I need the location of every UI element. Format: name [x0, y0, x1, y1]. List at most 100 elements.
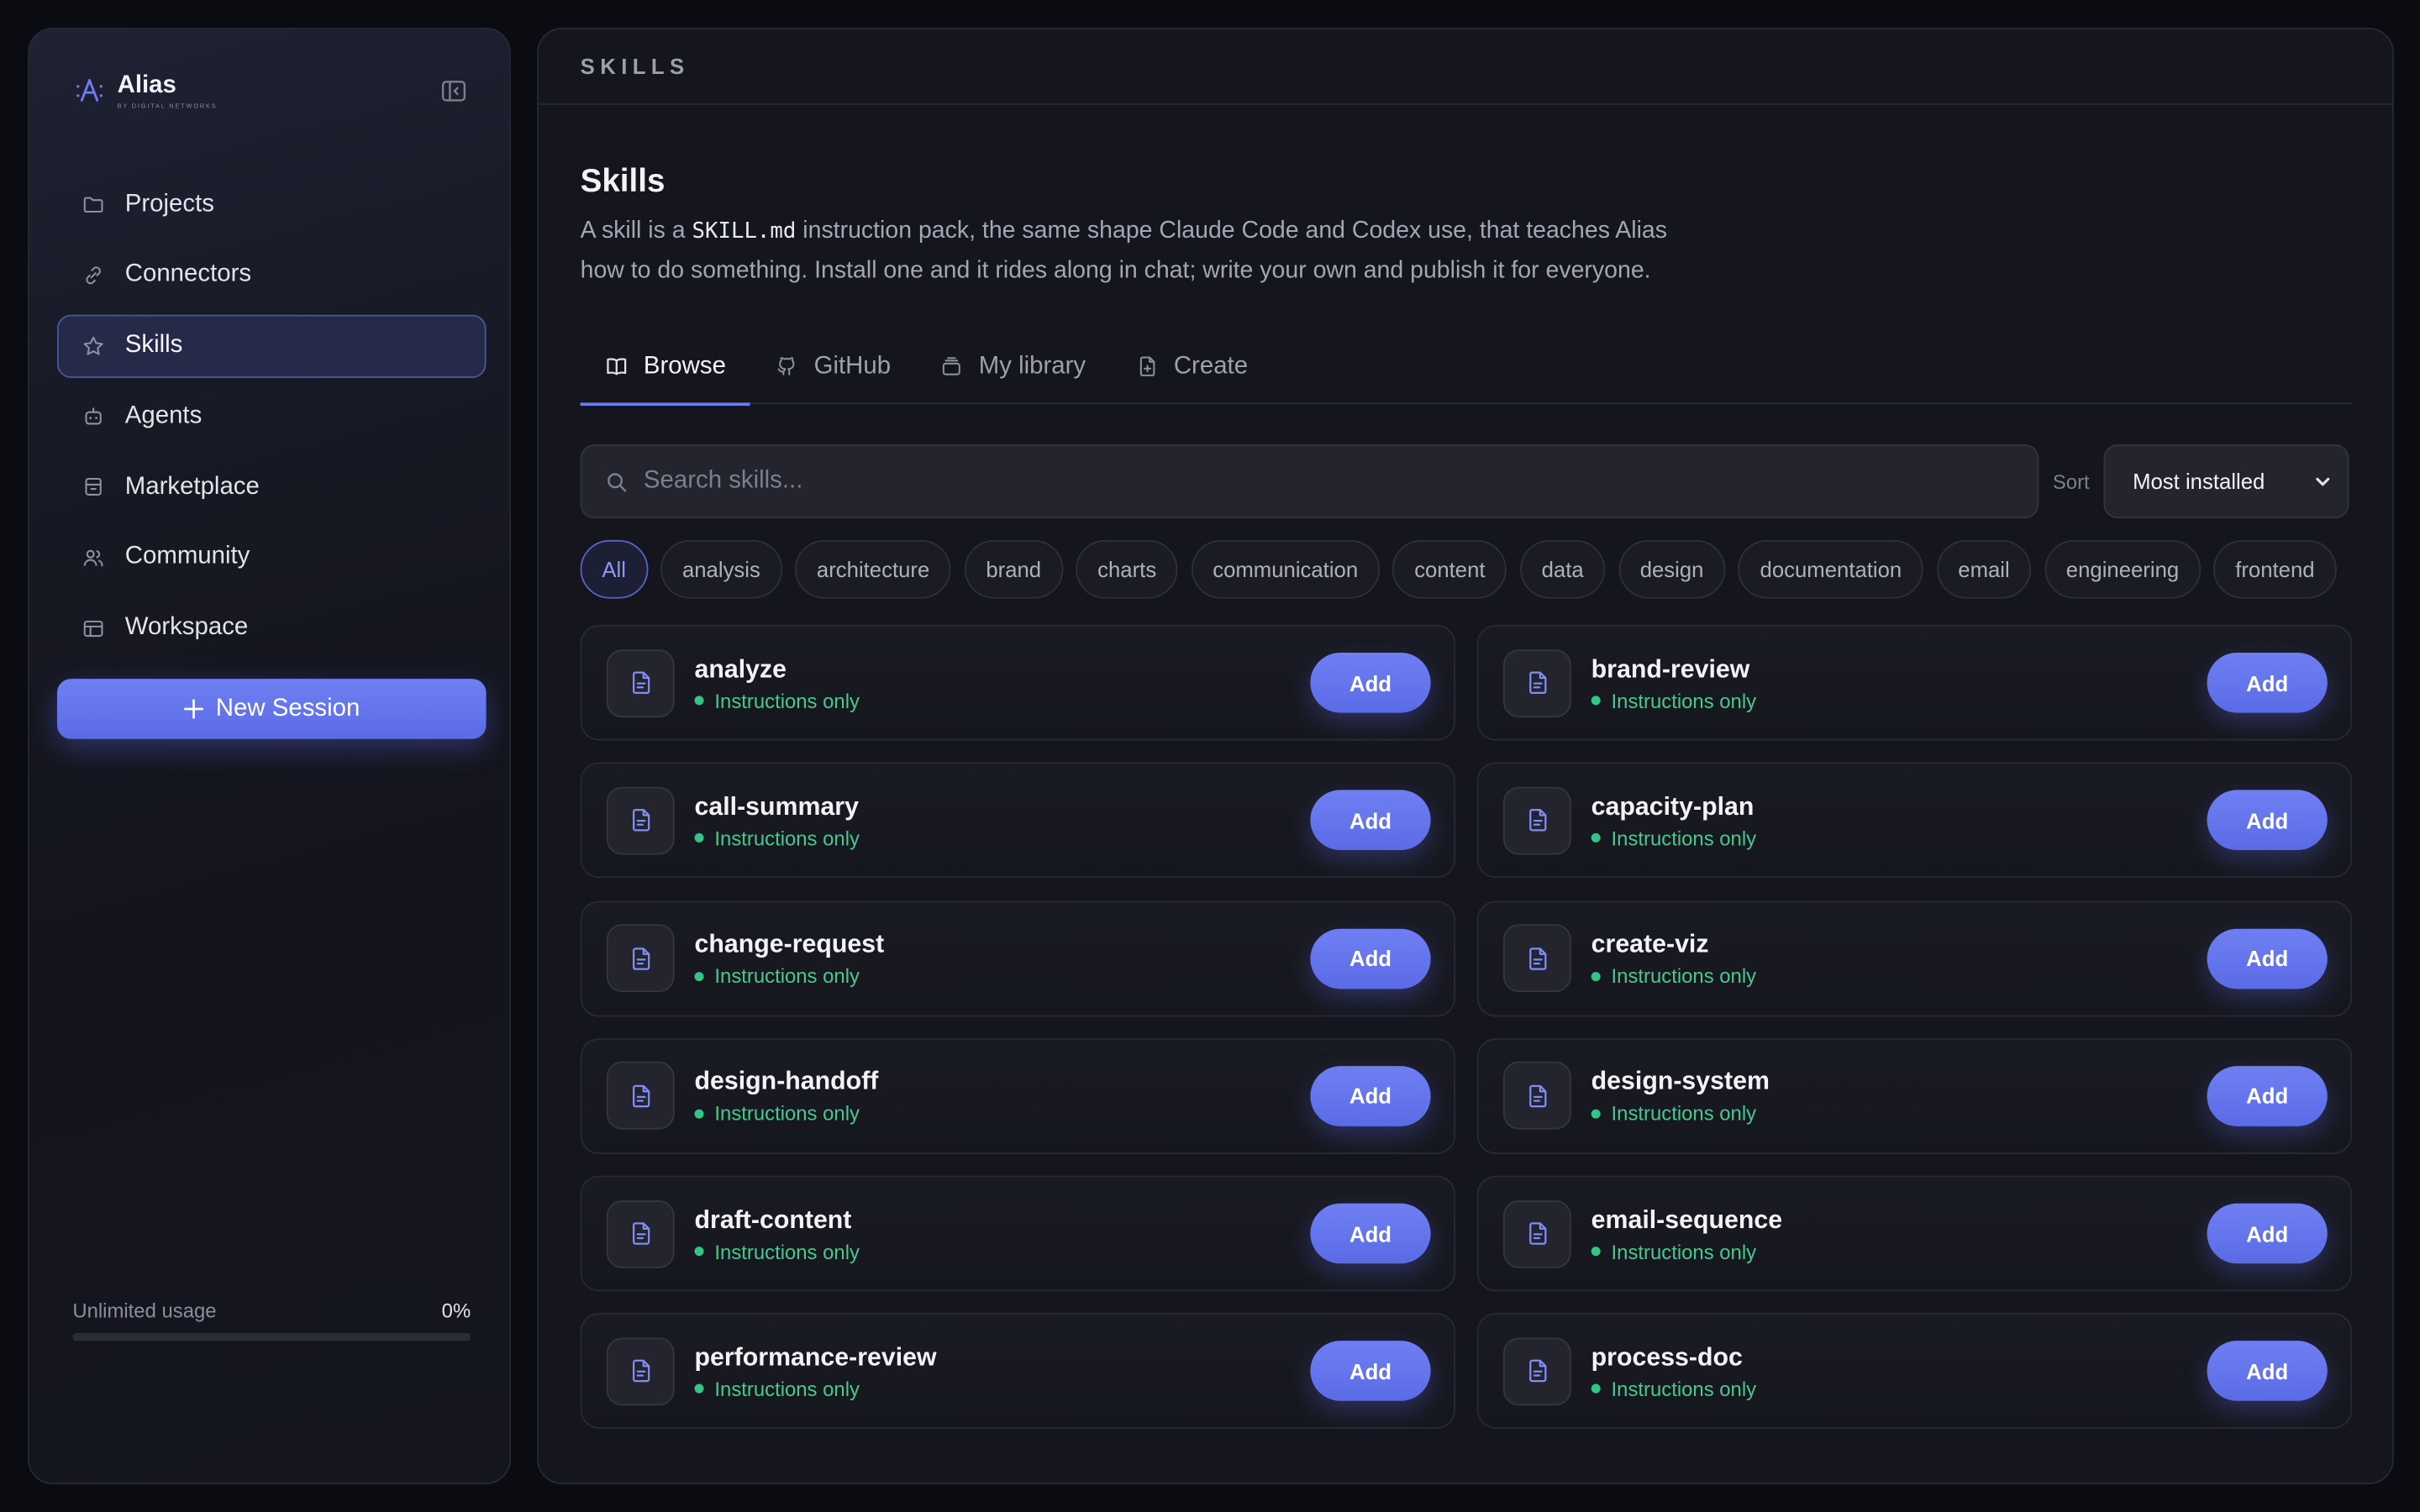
- skill-card[interactable]: email-sequence Instructions only Add: [1476, 1175, 2353, 1292]
- filter-chip-data[interactable]: data: [1519, 539, 1606, 599]
- skill-card[interactable]: design-system Instructions only Add: [1476, 1037, 2353, 1154]
- sidebar: Alias BY DIGITAL NETWORKS Projects Conne…: [28, 28, 511, 1484]
- filter-chip-architecture[interactable]: architecture: [795, 539, 952, 599]
- skill-card[interactable]: brand-review Instructions only Add: [1476, 624, 2353, 741]
- filter-chip-analysis[interactable]: analysis: [660, 539, 782, 599]
- sidebar-item-workspace[interactable]: Workspace: [57, 596, 487, 659]
- skill-status-text: Instructions only: [1611, 689, 1757, 712]
- skill-card[interactable]: performance-review Instructions only Add: [580, 1313, 1456, 1430]
- brand[interactable]: Alias BY DIGITAL NETWORKS: [76, 72, 217, 109]
- tab-my-library[interactable]: My library: [915, 328, 1110, 404]
- skill-card[interactable]: change-request Instructions only Add: [580, 900, 1456, 1016]
- add-skill-button[interactable]: Add: [2207, 652, 2328, 713]
- filter-chip-communication[interactable]: communication: [1191, 539, 1380, 599]
- filter-chip-content[interactable]: content: [1392, 539, 1507, 599]
- add-skill-button[interactable]: Add: [2207, 1065, 2328, 1126]
- add-skill-button[interactable]: Add: [1310, 1065, 1431, 1126]
- sidebar-item-marketplace[interactable]: Marketplace: [57, 455, 487, 518]
- add-skill-button[interactable]: Add: [1310, 652, 1431, 713]
- add-skill-button[interactable]: Add: [2207, 1203, 2328, 1264]
- filter-chip-email[interactable]: email: [1936, 539, 2032, 599]
- skill-status: Instructions only: [1591, 689, 1756, 712]
- users-icon: [82, 546, 105, 570]
- skill-name: performance-review: [694, 1343, 937, 1372]
- skill-icon: [606, 1200, 675, 1268]
- skill-card[interactable]: design-handoff Instructions only Add: [580, 1037, 1456, 1154]
- skill-status: Instructions only: [1591, 964, 1756, 988]
- sidebar-item-connectors[interactable]: Connectors: [57, 244, 487, 307]
- github-icon: [776, 354, 799, 378]
- sidebar-item-agents[interactable]: Agents: [57, 385, 487, 448]
- filter-chip-charts[interactable]: charts: [1076, 539, 1178, 599]
- skill-status-text: Instructions only: [714, 964, 860, 988]
- skill-status-text: Instructions only: [714, 1102, 860, 1126]
- filter-chip-design[interactable]: design: [1618, 539, 1726, 599]
- skill-status: Instructions only: [1591, 1378, 1756, 1401]
- app-name: Alias: [117, 72, 176, 99]
- skill-icon: [606, 648, 675, 717]
- usage-progress-bar: [72, 1332, 471, 1341]
- skill-info: change-request Instructions only: [694, 929, 884, 988]
- skill-card[interactable]: draft-content Instructions only Add: [580, 1175, 1456, 1292]
- tab-github[interactable]: GitHub: [750, 328, 915, 404]
- add-skill-button[interactable]: Add: [1310, 927, 1431, 989]
- tab-label: GitHub: [813, 352, 892, 379]
- skill-card[interactable]: analyze Instructions only Add: [580, 624, 1456, 741]
- document-icon: [628, 945, 654, 971]
- skill-status-text: Instructions only: [714, 827, 860, 850]
- add-skill-button[interactable]: Add: [2207, 1341, 2328, 1402]
- filter-chip-all[interactable]: All: [580, 539, 648, 599]
- add-skill-button[interactable]: Add: [2207, 927, 2328, 989]
- skills-grid: analyze Instructions only Add brand-review I…: [580, 624, 2353, 1430]
- sidebar-nav: Projects Connectors Skills Agents Market…: [56, 173, 487, 668]
- sidebar-item-projects[interactable]: Projects: [57, 173, 487, 236]
- new-session-button[interactable]: New Session: [56, 679, 487, 739]
- skill-status-text: Instructions only: [714, 1240, 860, 1263]
- sidebar-item-label: Workspace: [124, 614, 249, 641]
- status-dot-icon: [694, 1109, 704, 1119]
- layout-icon: [82, 617, 105, 640]
- search-box: [580, 444, 2039, 519]
- document-icon: [628, 669, 654, 696]
- skill-name: draft-content: [694, 1205, 852, 1234]
- skill-card[interactable]: process-doc Instructions only Add: [1476, 1313, 2353, 1430]
- main-header: SKILLS: [539, 29, 2392, 105]
- page-description: A skill is a SKILL.md instruction pack, …: [581, 212, 1691, 291]
- page-title: Skills: [580, 163, 666, 199]
- skill-card[interactable]: capacity-plan Instructions only Add: [1476, 762, 2353, 879]
- sort-select[interactable]: Most installed: [2103, 444, 2349, 519]
- collapse-sidebar-icon[interactable]: [439, 77, 467, 105]
- skill-card[interactable]: create-viz Instructions only Add: [1476, 900, 2353, 1016]
- filter-chip-engineering[interactable]: engineering: [2044, 539, 2201, 599]
- filter-chip-frontend[interactable]: frontend: [2213, 539, 2337, 599]
- search-input[interactable]: [643, 467, 2038, 496]
- skill-info: capacity-plan Instructions only: [1591, 791, 1756, 850]
- usage-label: Unlimited usage: [72, 1299, 217, 1323]
- skill-icon: [1502, 1337, 1571, 1406]
- sidebar-item-label: Skills: [124, 332, 183, 359]
- chevron-down-icon: [2313, 472, 2332, 491]
- bot-icon: [82, 405, 105, 428]
- sidebar-item-label: Connectors: [124, 260, 252, 288]
- skill-icon: [1502, 786, 1571, 855]
- filter-chip-documentation[interactable]: documentation: [1738, 539, 1923, 599]
- sidebar-item-skills[interactable]: Skills: [56, 313, 487, 378]
- add-skill-button[interactable]: Add: [2207, 790, 2328, 851]
- skill-name: process-doc: [1591, 1343, 1743, 1372]
- sort-value: Most installed: [2133, 469, 2265, 494]
- sidebar-item-community[interactable]: Community: [57, 526, 487, 589]
- add-skill-button[interactable]: Add: [1310, 790, 1431, 851]
- tab-create[interactable]: Create: [1111, 328, 1273, 404]
- filter-chip-brand[interactable]: brand: [964, 539, 1063, 599]
- add-skill-button[interactable]: Add: [1310, 1203, 1431, 1264]
- skill-status-text: Instructions only: [1611, 1378, 1757, 1401]
- sidebar-item-label: Community: [124, 543, 250, 570]
- skill-card[interactable]: call-summary Instructions only Add: [580, 762, 1456, 879]
- skill-status: Instructions only: [694, 1240, 860, 1263]
- skill-name: design-system: [1591, 1068, 1770, 1096]
- add-skill-button[interactable]: Add: [1310, 1341, 1431, 1402]
- skill-name: analyze: [694, 654, 787, 683]
- skill-info: analyze Instructions only: [694, 654, 860, 712]
- tab-browse[interactable]: Browse: [580, 328, 751, 407]
- sort-label: Sort: [2052, 470, 2090, 493]
